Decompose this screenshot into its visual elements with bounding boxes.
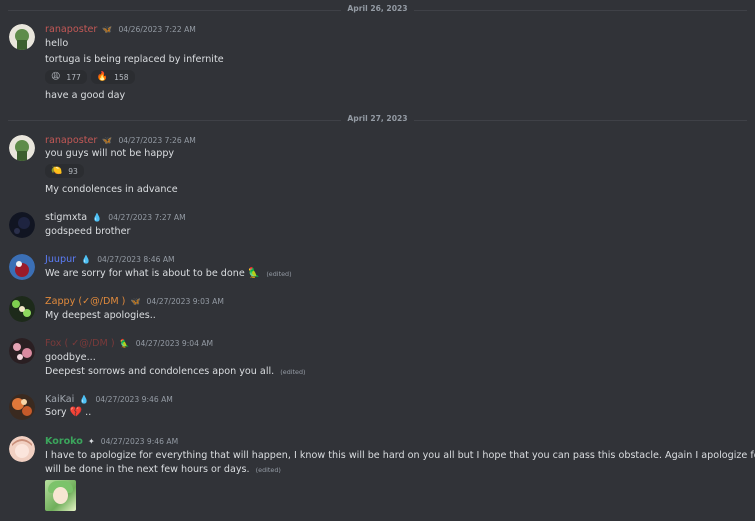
reaction[interactable]: 😩 177 xyxy=(45,70,87,84)
droplet-icon: 💧 xyxy=(92,213,103,222)
butterfly-icon: 🦋 xyxy=(130,297,141,306)
message-text: tortuga is being replaced by infernite xyxy=(45,54,224,65)
reaction-count: 158 xyxy=(114,72,129,82)
timestamp: 04/26/2023 7:22 AM xyxy=(118,25,196,34)
message-content: will be done in the next few hours or da… xyxy=(45,464,250,475)
reaction[interactable]: 🔥 158 xyxy=(90,70,135,84)
reactions: 🍋 93 xyxy=(45,164,84,178)
message-text: Sory 💔 .. xyxy=(45,407,91,418)
timestamp: 04/27/2023 9:03 AM xyxy=(146,297,224,306)
edited-label: (edited) xyxy=(255,466,281,474)
droplet-icon: 💧 xyxy=(79,395,90,404)
username[interactable]: Zappy (✓@/DM ) xyxy=(45,296,125,307)
timestamp: 04/27/2023 9:46 AM xyxy=(100,437,179,446)
timestamp: 04/27/2023 7:26 AM xyxy=(118,136,196,145)
weary-emoji-icon: 😩 xyxy=(51,72,61,82)
butterfly-icon: 🦋 xyxy=(102,136,113,145)
message-header: ranaposter 🦋 04/26/2023 7:22 AM xyxy=(45,24,196,35)
message-text: Deepest sorrows and condolences apon you… xyxy=(45,366,306,377)
timestamp: 04/27/2023 8:46 AM xyxy=(97,255,175,264)
message-text: have a good day xyxy=(45,90,126,101)
edited-label: (edited) xyxy=(280,368,306,376)
reaction-count: 177 xyxy=(66,72,81,82)
avatar[interactable] xyxy=(9,212,35,238)
message-text: My deepest apologies.. xyxy=(45,310,156,321)
username[interactable]: Koroko xyxy=(45,436,83,447)
sparkle-icon: ✦ xyxy=(87,437,95,446)
message-text: goodbye... xyxy=(45,352,96,363)
avatar[interactable] xyxy=(9,394,35,420)
message-header: Juupur 💧 04/27/2023 8:46 AM xyxy=(45,254,175,265)
message-text: We are sorry for what is about to be don… xyxy=(45,268,292,279)
timestamp: 04/27/2023 9:04 AM xyxy=(135,339,214,348)
avatar[interactable] xyxy=(9,436,35,462)
image-attachment[interactable] xyxy=(45,480,76,511)
avatar[interactable] xyxy=(9,254,35,280)
message-content: Sory xyxy=(45,407,67,418)
parrot-emoji-icon: 🦜 xyxy=(247,268,261,279)
message-content: Deepest sorrows and condolences apon you… xyxy=(45,366,275,377)
droplet-icon: 💧 xyxy=(81,255,92,264)
avatar[interactable] xyxy=(9,338,35,364)
date-divider-label: April 26, 2023 xyxy=(341,4,414,13)
username[interactable]: stigmxta xyxy=(45,212,87,223)
message-header: Zappy (✓@/DM ) 🦋 04/27/2023 9:03 AM xyxy=(45,296,224,307)
lemon-emoji-icon: 🍋 xyxy=(51,166,63,176)
username[interactable]: Fox ( ✓@/DM ) xyxy=(45,338,115,349)
avatar[interactable] xyxy=(9,24,35,50)
message-header: KaiKai 💧 04/27/2023 9:46 AM xyxy=(45,394,173,405)
reaction[interactable]: 🍋 93 xyxy=(45,164,84,178)
timestamp: 04/27/2023 9:46 AM xyxy=(95,395,173,404)
username[interactable]: ranaposter xyxy=(45,24,97,35)
message-tail: .. xyxy=(85,407,92,418)
message-text: hello xyxy=(45,38,69,49)
date-divider: April 26, 2023 xyxy=(0,4,755,16)
parrot-icon: 🦜 xyxy=(119,339,130,348)
message-header: Fox ( ✓@/DM ) 🦜 04/27/2023 9:04 AM xyxy=(45,338,213,349)
message-text: My condolences in advance xyxy=(45,184,178,195)
message-header: stigmxta 💧 04/27/2023 7:27 AM xyxy=(45,212,186,223)
message-text: godspeed brother xyxy=(45,226,131,237)
avatar[interactable] xyxy=(9,135,35,161)
butterfly-icon: 🦋 xyxy=(102,25,113,34)
username[interactable]: KaiKai xyxy=(45,394,74,405)
message-text: I have to apologize for everything that … xyxy=(45,450,755,461)
reactions: 😩 177 🔥 158 xyxy=(45,70,135,84)
message-content: We are sorry for what is about to be don… xyxy=(45,268,245,279)
message-header: Koroko ✦ 04/27/2023 9:46 AM xyxy=(45,436,178,447)
username[interactable]: Juupur xyxy=(45,254,76,265)
timestamp: 04/27/2023 7:27 AM xyxy=(108,213,186,222)
message-text: you guys will not be happy xyxy=(45,148,175,159)
broken-heart-icon: 💔 xyxy=(69,407,83,418)
message-text: will be done in the next few hours or da… xyxy=(45,464,281,475)
date-divider-label: April 27, 2023 xyxy=(341,114,414,123)
reaction-count: 93 xyxy=(68,166,78,176)
username[interactable]: ranaposter xyxy=(45,135,97,146)
date-divider: April 27, 2023 xyxy=(0,114,755,126)
avatar[interactable] xyxy=(9,296,35,322)
edited-label: (edited) xyxy=(266,270,292,278)
message-header: ranaposter 🦋 04/27/2023 7:26 AM xyxy=(45,135,196,146)
fire-emoji-icon: 🔥 xyxy=(96,72,109,82)
